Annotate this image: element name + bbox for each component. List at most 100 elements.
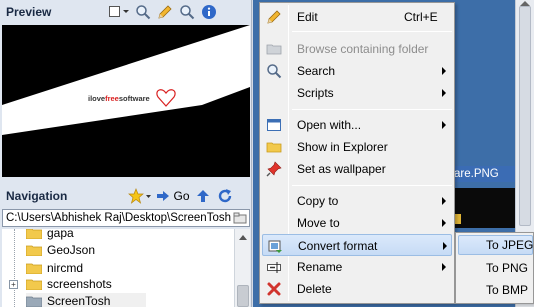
preview-title: Preview	[6, 5, 52, 19]
tree-scrollbar[interactable]	[234, 229, 250, 307]
menu-item-label: Browse containing folder	[297, 42, 429, 56]
refresh-icon	[218, 189, 232, 203]
rename-icon	[267, 262, 281, 273]
file-thumbnail[interactable]	[455, 188, 515, 228]
preview-image: ilovefreesoftware	[2, 25, 250, 177]
tree-guide-line	[14, 229, 15, 307]
menu-item-label: Convert format	[298, 239, 378, 253]
submenu-item-to-jpeg[interactable]: To JPEG	[458, 235, 533, 255]
folder-icon	[26, 263, 42, 274]
zoom-button[interactable]	[132, 2, 154, 22]
tree-item[interactable]: gapa	[26, 229, 74, 241]
menu-item-label: Move to	[297, 216, 340, 230]
submenu-arrow-icon	[442, 263, 446, 271]
tree-item-label: GeoJson	[47, 243, 96, 257]
menu-item-convert-format[interactable]: Convert format	[262, 234, 452, 256]
tree-item[interactable]: GeoJson	[26, 242, 95, 258]
navigation-title: Navigation	[6, 189, 68, 203]
search-button[interactable]	[176, 2, 198, 22]
pencil-icon	[158, 5, 172, 19]
magnifier-icon	[267, 64, 282, 79]
up-folder-button[interactable]	[192, 186, 214, 206]
folder-icon	[26, 296, 42, 307]
delete-x-icon	[267, 282, 281, 296]
menu-item-delete[interactable]: Delete	[262, 278, 452, 300]
folder-icon	[266, 142, 282, 153]
menu-separator	[292, 31, 452, 32]
submenu-arrow-icon	[442, 219, 446, 227]
menu-separator	[292, 185, 452, 186]
tree-item[interactable]: screenshots	[26, 276, 112, 292]
menu-item-edit[interactable]: Edit Ctrl+E	[262, 6, 452, 28]
magnifier-icon	[136, 5, 151, 20]
pin-icon	[266, 161, 282, 177]
selected-file-label[interactable]: are.PNG	[452, 166, 515, 182]
left-panel: Preview ilovefreesoftware Navigation Go …	[0, 0, 252, 307]
chevron-up-icon	[239, 234, 247, 240]
go-arrow-icon	[157, 191, 170, 201]
tree-item-label: ScreenTosh	[47, 294, 111, 307]
submenu-arrow-icon	[442, 67, 446, 75]
submenu-arrow-icon	[442, 197, 446, 205]
menu-item-label: Open with...	[297, 118, 362, 132]
context-menu: Edit Ctrl+E Browse containing folder Sea…	[259, 2, 455, 304]
submenu-arrow-icon	[442, 121, 446, 129]
scroll-thumb[interactable]	[237, 285, 249, 307]
submenu-item-to-bmp[interactable]: To BMP	[458, 280, 533, 300]
folder-icon	[26, 245, 42, 256]
up-arrow-icon	[197, 190, 209, 202]
menu-item-shortcut: Ctrl+E	[404, 10, 438, 24]
convert-format-submenu: To JPEG To PNG To BMP	[455, 232, 534, 304]
folder-browse-icon[interactable]	[233, 212, 247, 224]
menu-item-scripts[interactable]: Scripts	[262, 82, 452, 104]
scroll-up-button[interactable]	[235, 229, 251, 245]
menu-item-label: Show in Explorer	[297, 140, 388, 154]
pencil-icon	[267, 10, 281, 24]
menu-item-set-wallpaper[interactable]: Set as wallpaper	[262, 158, 452, 180]
menu-separator	[292, 109, 452, 110]
expand-toggle[interactable]: +	[9, 280, 18, 289]
folder-icon	[266, 44, 282, 55]
menu-item-move-to[interactable]: Move to	[262, 212, 452, 234]
convert-icon	[268, 240, 282, 253]
preview-header: Preview	[0, 0, 252, 24]
edit-button[interactable]	[154, 2, 176, 22]
submenu-arrow-icon	[443, 242, 447, 250]
menu-item-label: Delete	[297, 282, 332, 296]
star-icon	[128, 188, 151, 204]
go-button[interactable]: Go	[154, 186, 192, 206]
menu-item-search[interactable]: Search	[262, 60, 452, 82]
tree-item-selected[interactable]: ScreenTosh	[26, 293, 146, 307]
tree-item-label: screenshots	[47, 277, 112, 291]
tree-item[interactable]: nircmd	[26, 260, 83, 276]
menu-item-copy-to[interactable]: Copy to	[262, 190, 452, 212]
menu-item-label: Set as wallpaper	[297, 162, 386, 176]
path-input[interactable]: C:\Users\Abhishek Raj\Desktop\ScreenTosh	[2, 209, 250, 227]
menu-item-label: Scripts	[297, 86, 334, 100]
favorites-button[interactable]	[126, 186, 154, 206]
folder-icon	[26, 279, 42, 290]
tree-item-label: nircmd	[47, 261, 84, 275]
info-button[interactable]	[198, 2, 220, 22]
menu-item-open-with[interactable]: Open with...	[262, 114, 452, 136]
navigation-toolbar: Go	[126, 186, 236, 206]
menu-item-label: Rename	[297, 260, 343, 274]
menu-item-show-in-explorer[interactable]: Show in Explorer	[262, 136, 452, 158]
folder-icon	[26, 229, 42, 239]
menu-item-browse-folder[interactable]: Browse containing folder	[262, 38, 452, 60]
refresh-button[interactable]	[214, 186, 236, 206]
menu-item-label: Edit	[297, 10, 318, 24]
window-icon	[267, 119, 281, 131]
folder-tree[interactable]: gapa GeoJson nircmd + screenshots Screen…	[2, 229, 234, 307]
menu-item-rename[interactable]: Rename	[262, 256, 452, 278]
preview-toolbar	[106, 2, 220, 22]
submenu-item-to-png[interactable]: To PNG	[458, 258, 533, 278]
info-icon	[202, 5, 216, 19]
view-mode-icon	[109, 6, 129, 17]
path-text: C:\Users\Abhishek Raj\Desktop\ScreenTosh	[6, 212, 231, 224]
navigation-header: Navigation Go	[0, 184, 252, 208]
view-mode-button[interactable]	[106, 2, 132, 22]
search-icon	[180, 5, 195, 20]
scroll-thumb[interactable]	[519, 6, 531, 226]
go-label: Go	[173, 189, 190, 203]
